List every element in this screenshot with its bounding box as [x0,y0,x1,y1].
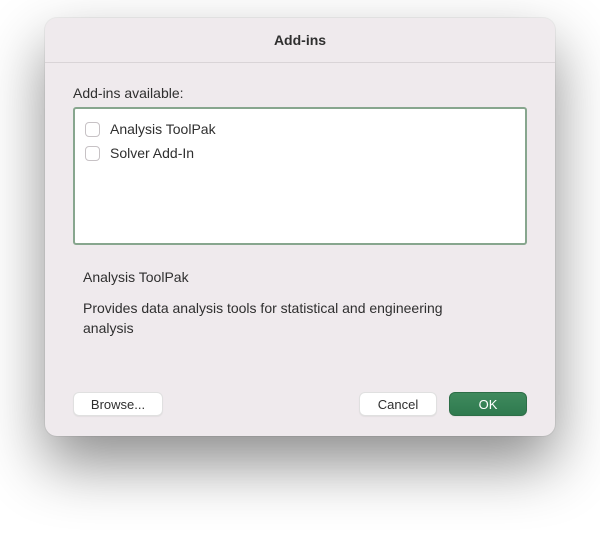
addins-listbox[interactable]: Analysis ToolPak Solver Add-In [73,107,527,245]
description-text: Provides data analysis tools for statist… [83,299,483,338]
list-item-label: Solver Add-In [110,145,194,161]
addins-dialog: Add-ins Add-ins available: Analysis Tool… [45,18,555,436]
dialog-title: Add-ins [274,32,326,48]
list-item-label: Analysis ToolPak [110,121,216,137]
list-item[interactable]: Analysis ToolPak [85,117,515,141]
browse-button[interactable]: Browse... [73,392,163,416]
checkbox[interactable] [85,122,100,137]
dialog-content: Add-ins available: Analysis ToolPak Solv… [45,63,555,436]
titlebar: Add-ins [45,18,555,63]
cancel-button[interactable]: Cancel [359,392,437,416]
list-item[interactable]: Solver Add-In [85,141,515,165]
available-label: Add-ins available: [73,85,527,101]
button-row: Browse... Cancel OK [73,392,527,416]
checkbox[interactable] [85,146,100,161]
ok-button[interactable]: OK [449,392,527,416]
description-title: Analysis ToolPak [83,269,527,285]
